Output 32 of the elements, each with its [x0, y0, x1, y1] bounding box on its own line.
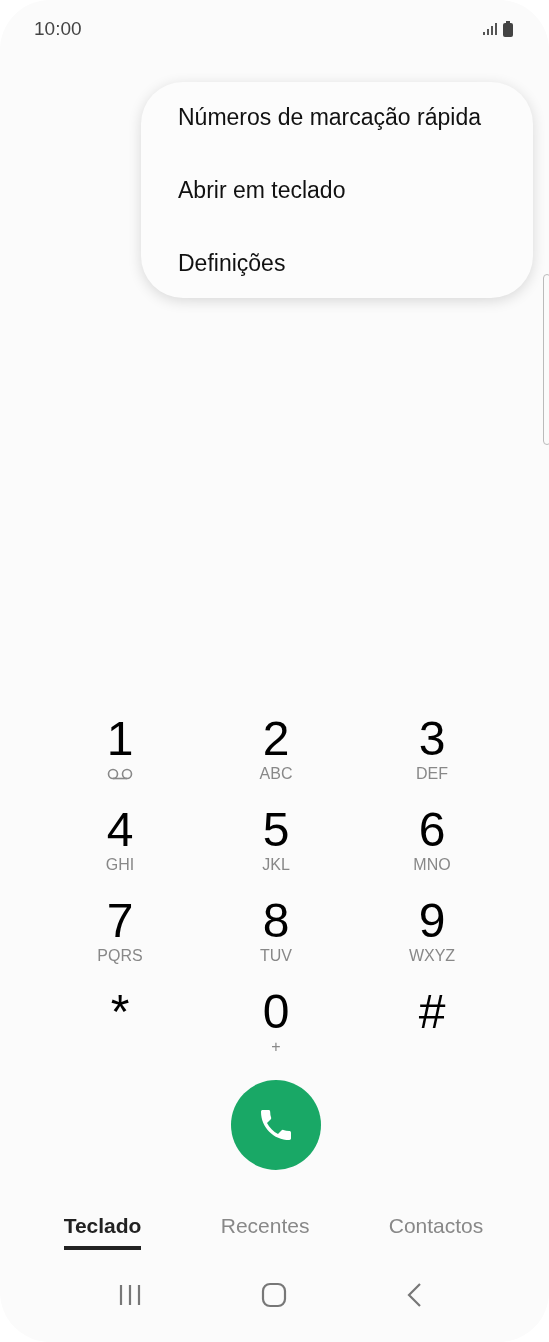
tab[interactable]: Teclado — [63, 1214, 142, 1250]
battery-icon — [503, 21, 513, 37]
menu-item[interactable]: Definições — [178, 226, 533, 300]
key-letters: PQRS — [97, 946, 143, 966]
voicemail-icon — [106, 768, 134, 780]
key-digit[interactable]: 9 — [418, 896, 446, 946]
key-letters: TUV — [260, 946, 292, 966]
key-digit[interactable]: 8 — [262, 896, 290, 946]
key-letters: ABC — [259, 764, 293, 784]
back-icon[interactable] — [405, 1282, 422, 1308]
signal-icon — [483, 23, 497, 35]
recent-apps-icon[interactable] — [117, 1283, 142, 1307]
menu-item[interactable]: Abrir em teclado — [178, 153, 533, 227]
key-letters: DEF — [416, 764, 448, 784]
key-digit[interactable]: 3 — [418, 714, 446, 764]
menu-item[interactable]: Números de marcação rápida — [178, 80, 533, 154]
key-digit[interactable]: 4 — [106, 805, 134, 855]
key-letters: MNO — [413, 855, 451, 875]
home-icon[interactable] — [260, 1282, 287, 1308]
key-letters: WXYZ — [408, 946, 456, 966]
key-digit[interactable]: 5 — [262, 805, 290, 855]
key-digit[interactable]: 6 — [418, 805, 446, 855]
key-digit[interactable]: * — [110, 987, 130, 1037]
key-letters: GHI — [105, 855, 135, 875]
key-digit[interactable]: 2 — [262, 714, 290, 764]
key-letters: + — [271, 1037, 281, 1057]
key-digit[interactable]: 1 — [106, 714, 134, 764]
clock: 10:00 — [34, 18, 82, 40]
key-digit[interactable]: 0 — [262, 987, 290, 1037]
key-letters: JKL — [262, 855, 290, 875]
key-digit[interactable]: # — [418, 987, 446, 1037]
key-digit[interactable]: 7 — [106, 896, 134, 946]
